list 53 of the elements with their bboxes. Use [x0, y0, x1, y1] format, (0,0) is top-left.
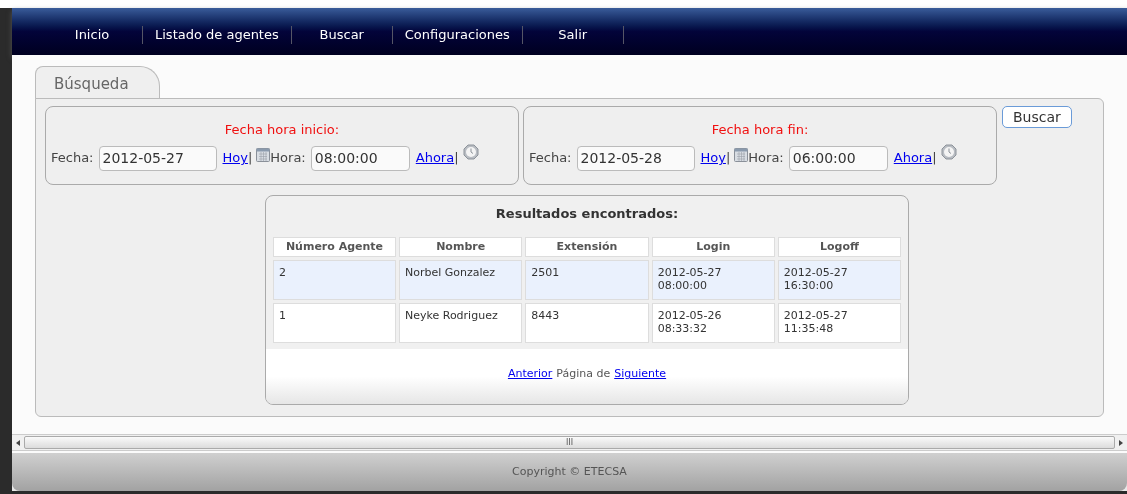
table-cell: Neyke Rodriguez [399, 303, 523, 343]
group-title: Fecha hora fin: [711, 121, 809, 139]
time-field[interactable]: 08:00:00 [310, 145, 410, 171]
table-cell: 2501 [525, 260, 649, 300]
separator-text: | [932, 149, 937, 168]
nav-link[interactable]: Inicio [42, 24, 142, 45]
next-link[interactable]: Siguiente [614, 366, 667, 383]
now-link[interactable]: Ahora [893, 148, 933, 168]
clock-icon[interactable] [940, 143, 957, 160]
nav-link[interactable]: Listado de agentes [143, 24, 291, 45]
field-label: Fecha: [529, 149, 572, 168]
calendar-icon[interactable] [256, 147, 271, 162]
nav-link[interactable]: Buscar [291, 24, 392, 45]
results-title: Resultados encontrados: [494, 205, 680, 223]
today-link[interactable]: Hoy [700, 148, 726, 168]
separator-text: | [454, 149, 459, 168]
column-header: Número Agente [273, 237, 396, 257]
nav-link[interactable]: Salir [522, 24, 623, 45]
column-header: Extensión [525, 237, 649, 257]
table-cell: 8443 [525, 303, 649, 343]
date-field[interactable]: 2012-05-27 [98, 145, 217, 171]
column-header: Login [651, 237, 775, 257]
table-cell: 2 [273, 260, 396, 300]
column-header: Logoff [777, 237, 901, 257]
field-label: Fecha: [51, 149, 94, 168]
field-label: Hora: [270, 149, 306, 168]
column-header: Nombre [399, 237, 523, 257]
clock-icon[interactable] [462, 143, 479, 160]
tab[interactable]: Búsqueda [35, 66, 160, 99]
now-link[interactable]: Ahora [415, 148, 455, 168]
date-field[interactable]: 2012-05-28 [576, 145, 695, 171]
horizontal-scrollbar[interactable]: III [12, 434, 1127, 451]
today-link[interactable]: Hoy [222, 148, 248, 168]
separator-text: | [725, 149, 731, 168]
calendar-icon[interactable] [734, 147, 749, 162]
table-cell: Norbel Gonzalez [399, 260, 523, 300]
table-cell: 2012-05-27 16:30:00 [777, 260, 901, 300]
footer-text: Copyright © ETECSA [512, 463, 627, 480]
table-cell: 1 [273, 303, 396, 343]
time-field[interactable]: 06:00:00 [788, 145, 888, 171]
table-cell: 2012-05-27 11:35:48 [777, 303, 901, 343]
scroll-thumb[interactable]: III [24, 436, 1115, 449]
page-label: Página de [556, 366, 611, 383]
nav-link[interactable]: Configuraciones [392, 24, 522, 45]
table-cell: 2012-05-26 08:33:32 [651, 303, 775, 343]
scroll-left-icon[interactable] [16, 439, 20, 446]
group-title: Fecha hora inicio: [224, 121, 340, 139]
scroll-right-icon[interactable] [1119, 439, 1123, 446]
field-label: Hora: [748, 149, 784, 168]
table-cell: 2012-05-27 08:00:00 [651, 260, 775, 300]
search-button[interactable]: Buscar [1002, 106, 1072, 128]
previous-link[interactable]: Anterior [507, 366, 553, 383]
separator-text: | [247, 149, 253, 168]
